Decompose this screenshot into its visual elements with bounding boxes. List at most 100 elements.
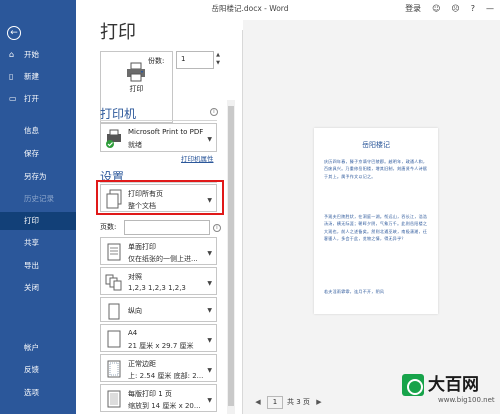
sidebar-item-new[interactable]: ▯ 新建 [0, 68, 76, 86]
sidebar-item-print[interactable]: 打印 [0, 212, 76, 230]
single-side-icon [107, 243, 121, 261]
sidebar-item-label: 保存 [24, 149, 39, 158]
sides-detail: 仅在纸张的一侧上进... [128, 255, 198, 263]
pages-per-sheet-select[interactable]: 每版打印 1 页 缩放到 14 厘米 x 20... ▼ [100, 384, 217, 412]
new-doc-icon: ▯ [9, 72, 14, 81]
sidebar-item-label: 打印 [24, 216, 39, 225]
paper-size-icon [107, 330, 121, 348]
margins-select[interactable]: 正常边距 上: 2.54 厘米 底部: 2... ▼ [100, 354, 217, 382]
minimize-icon[interactable]: — [486, 2, 494, 16]
sidebar-item-label: 共享 [24, 238, 39, 247]
sidebar-item-label: 信息 [24, 126, 39, 135]
watermark: 大百网 www.big100.net [402, 370, 498, 412]
print-preview-area: 岳阳楼记 庆历四年春，滕子京谪守巴陵郡。越明年，政通人和，百废具兴。乃重修岳阳楼… [243, 20, 500, 414]
sidebar-item-feedback[interactable]: 反馈 [0, 361, 76, 379]
orientation-select[interactable]: 纵向 ▼ [100, 297, 217, 322]
chevron-down-icon: ▼ [207, 307, 212, 314]
orientation-label: 纵向 [128, 307, 142, 315]
chevron-down-icon: ▼ [207, 136, 212, 143]
collation-select[interactable]: 对照 1,2,3 1,2,3 1,2,3 ▼ [100, 267, 217, 295]
sidebar-item-history[interactable]: 历史记录 [0, 190, 76, 208]
sidebar-item-save[interactable]: 保存 [0, 145, 76, 163]
info-icon[interactable]: i [210, 108, 218, 116]
prev-page-button[interactable]: ◀ [253, 398, 263, 406]
document-heading: 岳阳楼记 [362, 141, 390, 149]
smile-feedback-icon[interactable]: ☺ [432, 2, 440, 16]
sidebar-item-label: 关闭 [24, 283, 39, 292]
paragraph: 予观夫巴陵胜状，在洞庭一湖。衔远山，吞长江，浩浩汤汤，横无际涯；朝晖夕阴，气象万… [324, 214, 428, 241]
sidebar-item-label: 开始 [24, 50, 39, 59]
copies-stepper[interactable]: ▲ ▼ [214, 51, 222, 69]
chevron-down-icon: ▼ [207, 397, 212, 404]
sidebar-item-label: 选项 [24, 388, 39, 397]
pages-input[interactable] [124, 220, 210, 235]
login-link[interactable]: 登录 [405, 2, 421, 16]
sidebar-item-export[interactable]: 导出 [0, 257, 76, 275]
printer-select[interactable]: Microsoft Print to PDF 就绪 ▼ [100, 123, 217, 152]
paper-size-label: A4 [128, 329, 138, 337]
settings-scrollbar[interactable] [227, 100, 235, 414]
page-total: 共 3 页 [287, 398, 310, 406]
sidebar-item-share[interactable]: 共享 [0, 234, 76, 252]
sidebar-item-label: 历史记录 [24, 194, 54, 203]
watermark-logo-icon [402, 374, 424, 396]
preview-page: 岳阳楼记 庆历四年春，滕子京谪守巴陵郡。越明年，政通人和，百废具兴。乃重修岳阳楼… [314, 128, 438, 314]
paper-size-select[interactable]: A4 21 厘米 x 29.7 厘米 ▼ [100, 324, 217, 352]
pages-per-sheet-icon [107, 390, 121, 408]
printer-ready-icon [106, 129, 121, 148]
sides-label: 单面打印 [128, 243, 156, 251]
watermark-name: 大百网 [428, 375, 479, 395]
paper-size-detail: 21 厘米 x 29.7 厘米 [128, 342, 194, 350]
open-folder-icon: ▭ [9, 94, 17, 103]
paragraph: 庆历四年春，滕子京谪守巴陵郡。越明年，政通人和，百废具兴。乃重修岳阳楼，增其旧制… [324, 159, 428, 179]
back-arrow-icon[interactable]: ← [7, 26, 21, 40]
copies-input[interactable]: 1 [176, 51, 214, 69]
title-bar-controls: 登录 ☺ ☹ ? — [405, 2, 494, 16]
portrait-icon [108, 303, 120, 320]
home-icon: ⌂ [9, 50, 15, 59]
collation-detail: 1,2,3 1,2,3 1,2,3 [128, 284, 186, 292]
collate-icon [105, 274, 122, 291]
divider [100, 120, 217, 121]
sidebar-item-account[interactable]: 帐户 [0, 339, 76, 357]
next-page-button[interactable]: ▶ [314, 398, 324, 406]
sides-select[interactable]: 单面打印 仅在纸张的一侧上进... ▼ [100, 237, 217, 265]
backstage-sidebar: ← ⌂ 开始 ▯ 新建 ▭ 打开 信息 保存 另存为 历史记录 打印 共享 导出… [0, 0, 76, 414]
print-button-label: 打印 [129, 85, 144, 93]
pages-per-sheet-detail: 缩放到 14 厘米 x 20... [128, 402, 201, 410]
pages-label: 页数: [100, 223, 117, 231]
sidebar-item-label: 另存为 [24, 172, 47, 181]
sidebar-item-label: 导出 [24, 261, 39, 270]
highlight-box [96, 180, 224, 215]
sidebar-item-label: 打开 [24, 94, 39, 103]
help-icon[interactable]: ? [471, 2, 475, 16]
printer-name: Microsoft Print to PDF [128, 128, 204, 136]
sidebar-item-open[interactable]: ▭ 打开 [0, 90, 76, 108]
info-icon[interactable]: i [213, 224, 221, 232]
chevron-down-icon: ▼ [207, 280, 212, 287]
printer-icon [127, 62, 145, 82]
scrollbar-thumb[interactable] [228, 106, 234, 406]
watermark-url: www.big100.net [438, 396, 495, 404]
margins-label: 正常边距 [128, 360, 156, 368]
sidebar-item-save-as[interactable]: 另存为 [0, 168, 76, 186]
copies-label: 份数: [148, 57, 165, 65]
sidebar-item-home[interactable]: ⌂ 开始 [0, 46, 76, 64]
chevron-down-icon: ▼ [207, 250, 212, 257]
sidebar-item-info[interactable]: 信息 [0, 122, 76, 140]
chevron-down-icon: ▼ [207, 337, 212, 344]
page-title: 打印 [100, 22, 136, 43]
frown-feedback-icon[interactable]: ☹ [451, 2, 459, 16]
pages-per-sheet-label: 每版打印 1 页 [128, 390, 172, 398]
sidebar-item-label: 新建 [24, 72, 39, 81]
sidebar-item-label: 反馈 [24, 365, 39, 374]
printer-status: 就绪 [128, 141, 142, 149]
printer-properties-link[interactable]: 打印机属性 [181, 153, 214, 163]
paragraph: 若夫淫雨霏霏，连月不开，阴风 [324, 289, 385, 294]
sidebar-item-label: 帐户 [24, 343, 39, 352]
current-page-input[interactable]: 1 [267, 395, 283, 409]
margins-detail: 上: 2.54 厘米 底部: 2... [128, 372, 204, 380]
sidebar-item-close[interactable]: 关闭 [0, 279, 76, 297]
margins-icon [107, 360, 121, 378]
sidebar-item-options[interactable]: 选项 [0, 384, 76, 402]
